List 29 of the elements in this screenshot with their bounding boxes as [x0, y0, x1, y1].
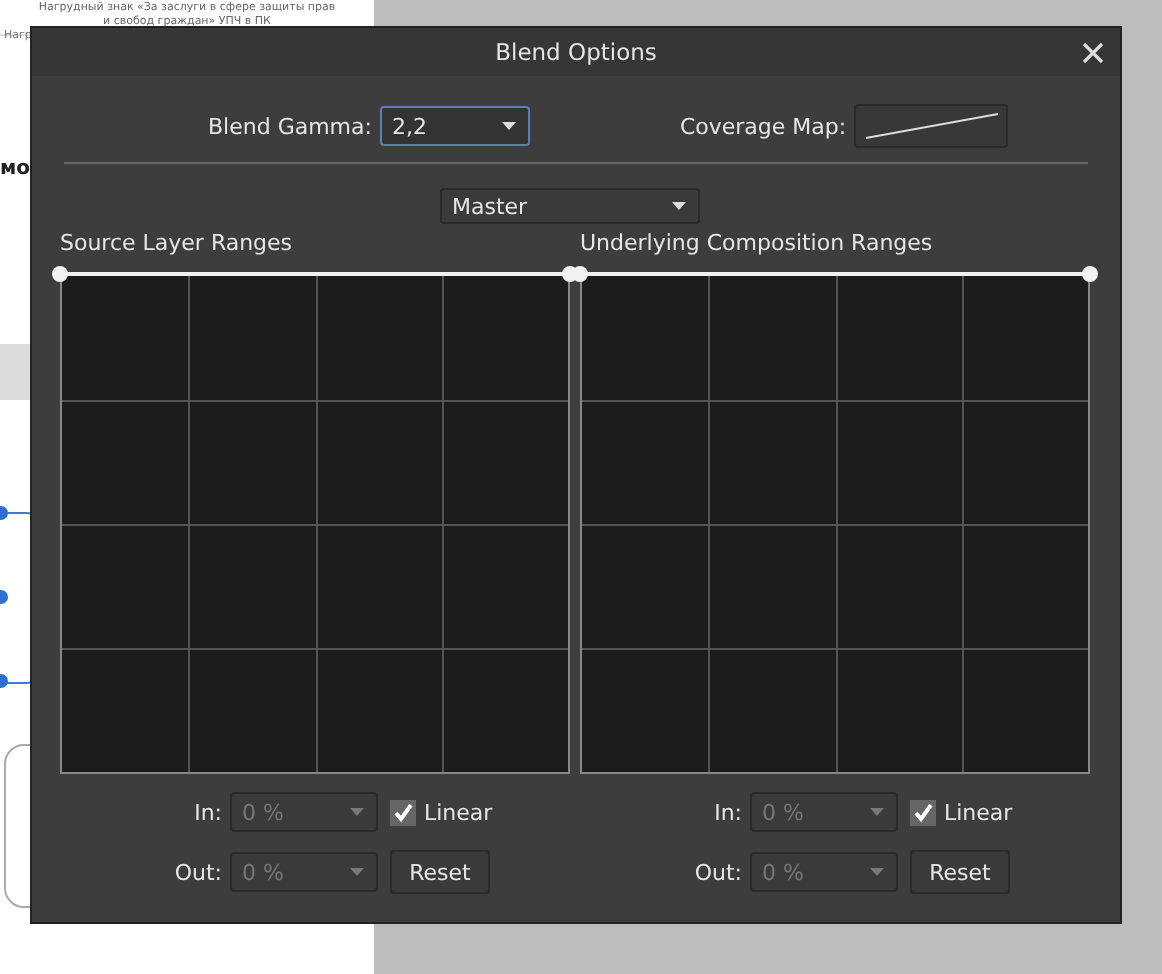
field-label: Out:	[172, 859, 222, 885]
caret-icon	[350, 808, 364, 816]
field-label: Out:	[692, 859, 742, 885]
channel-dropdown[interactable]: Master	[440, 188, 700, 224]
close-icon[interactable]	[1082, 42, 1104, 64]
checkbox-label: Linear	[944, 799, 1013, 825]
field-label: Coverage Map:	[679, 113, 847, 139]
range-handle[interactable]	[1082, 266, 1098, 282]
caret-icon	[870, 808, 884, 816]
reset-button[interactable]: Reset	[910, 850, 1010, 894]
range-handle[interactable]	[52, 266, 68, 282]
field-label: In:	[712, 799, 742, 825]
linear-checkbox[interactable]	[910, 799, 936, 825]
caret-icon	[501, 122, 516, 130]
caret-icon	[672, 202, 686, 210]
field-label: Blend Gamma:	[208, 113, 372, 139]
window-title: Blend Options	[495, 38, 657, 66]
checkbox-label: Linear	[424, 799, 493, 825]
caret-icon	[870, 868, 884, 876]
reset-button[interactable]: Reset	[390, 850, 490, 894]
field-label: In:	[192, 799, 222, 825]
document-heading: мо	[0, 158, 31, 180]
linear-checkbox[interactable]	[390, 799, 416, 825]
gamma-dropdown[interactable]: 2,2	[379, 106, 530, 146]
caret-icon	[350, 868, 364, 876]
curve-icon	[861, 110, 1002, 142]
panel-title: Underlying Composition Ranges	[580, 230, 935, 256]
coverage-map-button[interactable]	[854, 104, 1009, 148]
panel-title: Source Layer Ranges	[60, 230, 295, 256]
